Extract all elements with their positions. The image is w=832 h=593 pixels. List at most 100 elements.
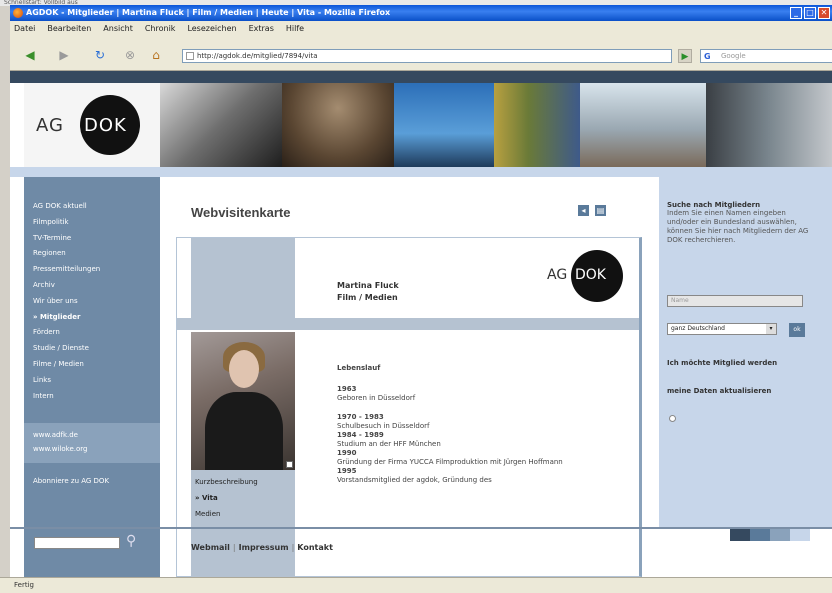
card-divider [177,318,639,330]
nav-item[interactable]: Wir über uns [33,294,160,310]
back-icon[interactable]: ◂ [578,205,589,216]
subnav-medien[interactable]: Medien [195,510,295,526]
card-logo-ag: AG [547,267,568,283]
nav-item[interactable]: Links [33,373,160,389]
bio-text: Studium an der HFF München [337,440,441,448]
card-logo-dok: DOK [575,267,606,283]
business-card: Martina Fluck Film / Medien AG DOK Kurzb… [176,237,642,577]
header-photo [494,83,580,167]
back-arrow-icon[interactable]: ◀ [20,47,40,63]
top-band [10,71,832,83]
bio-text: Vorstandsmitglied der agdok, Gründung de… [337,476,492,484]
menu-ansicht[interactable]: Ansicht [103,21,133,37]
search-placeholder: Google [721,52,746,60]
bio-year: 1990 [337,449,357,457]
footer-link-impressum[interactable]: Impressum [239,543,289,552]
bio-heading: Lebenslauf [337,364,381,372]
firefox-icon [13,8,23,18]
header-photo [706,83,832,167]
maximize-button[interactable]: □ [804,7,816,19]
menu-bearbeiten[interactable]: Bearbeiten [47,21,91,37]
search-title: Suche nach Mitgliedern [667,201,761,209]
member-search-sidebar: Suche nach Mitgliedern Indem Sie einen N… [659,177,832,529]
url-input[interactable]: http://agdok.de/mitglied/7894/vita [182,49,672,63]
nav-item[interactable]: TV-Termine [33,231,160,247]
footer-color-blocks [730,529,810,541]
chevron-down-icon: ▾ [766,324,776,334]
nav-item[interactable]: Filmpolitik [33,215,160,231]
radio-option[interactable] [669,415,676,422]
header-photo-strip [160,83,832,167]
window-titlebar[interactable]: AGDOK - Mitglieder | Martina Fluck | Fil… [10,5,832,21]
menu-hilfe[interactable]: Hilfe [286,21,304,37]
member-name: Martina Fluck [337,281,399,290]
search-description: Indem Sie einen Namen eingeben und/oder … [667,209,809,244]
home-icon[interactable]: ⌂ [146,47,166,63]
biography: Lebenslauf 1963 Geboren in Düsseldorf 19… [337,364,597,485]
bio-year: 1995 [337,467,357,475]
nav-item[interactable]: Fördern [33,325,160,341]
url-text: http://agdok.de/mitglied/7894/vita [197,52,318,60]
print-icon[interactable]: ▤ [595,205,606,216]
magnifier-icon[interactable]: ⚲ [126,533,136,549]
site-search-input[interactable] [34,537,120,549]
bio-year: 1984 - 1989 [337,431,384,439]
member-portrait[interactable] [191,332,295,470]
nav-item[interactable]: Studie / Dienste [33,341,160,357]
minimize-button[interactable]: _ [790,7,802,19]
search-go-button[interactable]: ok [789,323,805,337]
footer-link-kontakt[interactable]: Kontakt [297,543,333,552]
header-photo [580,83,706,167]
search-input[interactable]: G Google [700,49,832,63]
abo-link[interactable]: Abonniere zu AG DOK [33,477,109,485]
nav-item[interactable]: Filme / Medien [33,357,160,373]
become-member-link[interactable]: Ich möchte Mitglied werden [667,359,777,367]
page-title: Webvisitenkarte [191,205,291,220]
footer-search-area: ⚲ [24,529,160,577]
bio-text: Schulbesuch in Düsseldorf [337,422,430,430]
region-select[interactable]: ganz Deutschland ▾ [667,323,777,335]
region-select-value: ganz Deutschland [671,325,725,332]
enlarge-icon[interactable] [286,461,293,468]
header-photo [394,83,494,167]
update-data-link[interactable]: meine Daten aktualisieren [667,387,771,395]
nav-item[interactable]: AG DOK aktuell [33,199,160,215]
header-photo [282,83,394,167]
footer-link-webmail[interactable]: Webmail [191,543,230,552]
nav-item[interactable]: Intern [33,389,160,405]
close-button[interactable]: ✕ [818,7,830,19]
ext-link[interactable]: www.wiloke.org [33,445,160,459]
nav-item[interactable]: Archiv [33,278,160,294]
menu-datei[interactable]: Datei [14,21,35,37]
card-corner-block [191,238,295,318]
nav-item[interactable]: Regionen [33,246,160,262]
menu-chronik[interactable]: Chronik [145,21,176,37]
menu-lesezeichen[interactable]: Lesezeichen [187,21,236,37]
member-name-block: Martina Fluck Film / Medien [337,280,399,304]
google-icon: G [704,52,711,61]
external-links: www.adfk.de www.wiloke.org [24,423,160,463]
member-name-input[interactable]: Name [667,295,803,307]
card-subnav: Kurzbeschreibung » Vita Medien [191,470,295,577]
stop-icon[interactable]: ⊗ [120,47,140,63]
go-icon[interactable]: ▶ [678,49,692,63]
logo-area: AG DOK [24,83,160,167]
header-photo [160,83,282,167]
bio-text: Gründung der Firma YUCCA Filmproduktion … [337,458,563,466]
menu-extras[interactable]: Extras [249,21,274,37]
ext-link[interactable]: www.adfk.de [33,431,160,445]
footer-links: Webmail | Impressum | Kontakt [191,543,333,552]
member-profession: Film / Medien [337,293,398,302]
site-header: AG DOK [10,83,832,167]
nav-item-mitglieder[interactable]: » Mitglieder [33,310,160,326]
reload-icon[interactable]: ↻ [90,47,110,63]
light-band [10,167,832,177]
nav-item[interactable]: Pressemitteilungen [33,262,160,278]
navigation-toolbar: ◀ ▶ ↻ ⊗ ⌂ http://agdok.de/mitglied/7894/… [10,37,832,71]
bio-text: Geboren in Düsseldorf [337,394,416,402]
forward-arrow-icon[interactable]: ▶ [54,47,74,63]
agdok-logo[interactable]: AG DOK [36,95,146,155]
window-title: AGDOK - Mitglieder | Martina Fluck | Fil… [26,8,391,17]
subnav-vita[interactable]: » Vita [195,494,295,510]
subnav-kurzbeschreibung[interactable]: Kurzbeschreibung [195,478,295,494]
